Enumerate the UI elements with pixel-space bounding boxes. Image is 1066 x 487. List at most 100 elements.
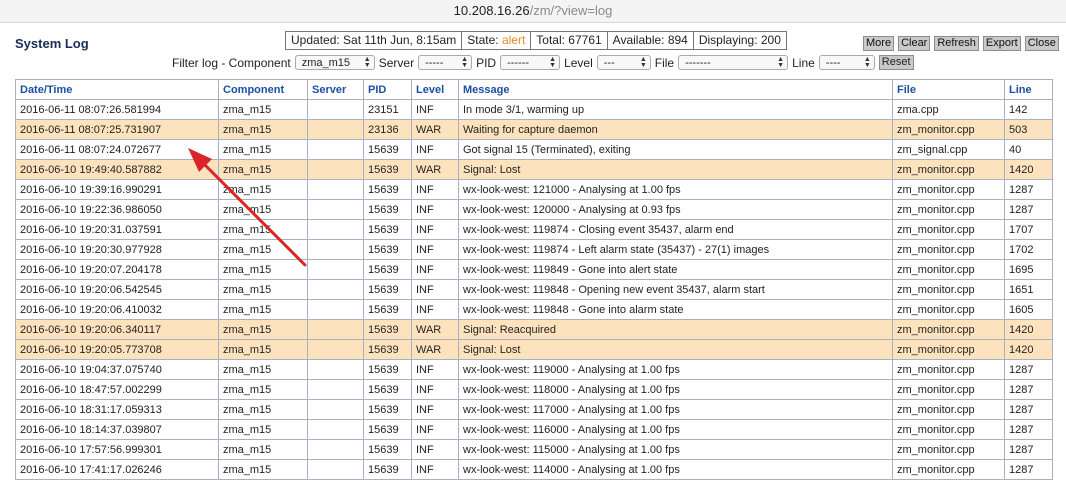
column-header-component[interactable]: Component [218,79,308,100]
cell-server [307,139,364,160]
line-label: Line [792,55,815,70]
column-header-file[interactable]: File [892,79,1005,100]
level-select[interactable]: --- ▲ ▼ [596,55,651,70]
cell-level: INF [411,139,459,160]
cell-pid: 15639 [363,459,412,480]
cell-line: 1287 [1004,379,1053,400]
url-path: /zm/?view=log [529,3,613,18]
component-select[interactable]: zma_m15 ▲ ▼ [294,55,375,70]
cell-message: wx-look-west: 119848 - Opening new event… [458,279,893,300]
cell-server [307,279,364,300]
table-row: 2016-06-10 19:49:40.587882 zma_m15 15639 WA… [15,159,1053,180]
cell-file: zm_monitor.cpp [892,159,1005,180]
cell-line: 1287 [1004,399,1053,420]
cell-line: 1420 [1004,319,1053,340]
file-select[interactable]: ------- ▲ ▼ [678,55,789,70]
cell-server [307,339,364,360]
cell-level: INF [411,359,459,380]
cell-line: 1287 [1004,419,1053,440]
cell-level: WAR [411,319,459,340]
cell-level: INF [411,259,459,280]
cell-component: zma_m15 [218,439,308,460]
cell-line: 1287 [1004,179,1053,200]
cell-datetime: 2016-06-10 18:31:17.059313 [15,399,219,420]
cell-server [307,379,364,400]
level-label: Level [564,55,593,70]
status-available: Available: 894 [606,32,693,49]
cell-file: zm_monitor.cpp [892,279,1005,300]
cell-level: INF [411,179,459,200]
column-header-datetime[interactable]: Date/Time [15,79,219,100]
cell-server [307,259,364,280]
cell-pid: 15639 [363,259,412,280]
cell-datetime: 2016-06-10 19:04:37.075740 [15,359,219,380]
export-button[interactable]: Export [982,36,1021,51]
cell-pid: 15639 [363,179,412,200]
cell-file: zm_monitor.cpp [892,339,1005,360]
cell-component: zma_m15 [218,99,308,120]
table-header-row: Date/Time Component Server PID Level Message F… [15,79,1053,100]
browser-address-bar[interactable]: 10.208.16.26/zm/?view=log [0,0,1066,23]
cell-message: wx-look-west: 120000 - Analysing at 0.93… [458,199,893,220]
status-state-label: State: [467,33,499,47]
cell-line: 503 [1004,119,1053,140]
clear-button[interactable]: Clear [898,36,931,51]
select-arrows-icon: ▲ ▼ [777,55,785,69]
pid-select[interactable]: ------ ▲ ▼ [500,55,561,70]
refresh-button[interactable]: Refresh [934,36,979,51]
cell-datetime: 2016-06-10 19:49:40.587882 [15,159,219,180]
server-select-value: ----- [425,56,444,69]
select-arrows-icon: ▲ ▼ [639,55,647,69]
cell-server [307,299,364,320]
cell-pid: 15639 [363,299,412,320]
cell-component: zma_m15 [218,359,308,380]
url-host: 10.208.16.26 [453,3,530,18]
cell-datetime: 2016-06-11 08:07:25.731907 [15,119,219,140]
column-header-pid[interactable]: PID [363,79,412,100]
log-actions: More Clear Refresh Export Close [863,36,1059,51]
cell-file: zm_monitor.cpp [892,319,1005,340]
cell-component: zma_m15 [218,139,308,160]
cell-component: zma_m15 [218,199,308,220]
cell-pid: 15639 [363,279,412,300]
cell-level: INF [411,399,459,420]
cell-server [307,439,364,460]
cell-line: 1420 [1004,339,1053,360]
column-header-message[interactable]: Message [458,79,893,100]
server-select[interactable]: ----- ▲ ▼ [418,55,473,70]
cell-component: zma_m15 [218,419,308,440]
cell-line: 1287 [1004,199,1053,220]
log-status-bar: Updated: Sat 11th Jun, 8:15am State: ale… [285,31,787,50]
cell-component: zma_m15 [218,399,308,420]
cell-message: Waiting for capture daemon [458,119,893,140]
cell-datetime: 2016-06-11 08:07:24.072677 [15,139,219,160]
cell-file: zma.cpp [892,99,1005,120]
table-row: 2016-06-11 08:07:24.072677 zma_m15 15639 IN… [15,139,1053,160]
reset-button[interactable]: Reset [878,55,914,70]
line-select[interactable]: ---- ▲ ▼ [818,55,875,70]
cell-datetime: 2016-06-10 19:39:16.990291 [15,179,219,200]
cell-datetime: 2016-06-10 17:41:17.026246 [15,459,219,480]
column-header-line[interactable]: Line [1004,79,1053,100]
cell-message: wx-look-west: 119849 - Gone into alert s… [458,259,893,280]
cell-level: INF [411,459,459,480]
more-button[interactable]: More [863,36,895,51]
cell-line: 1702 [1004,239,1053,260]
cell-file: zm_monitor.cpp [892,299,1005,320]
column-header-level[interactable]: Level [411,79,459,100]
file-label: File [654,55,675,70]
table-row: 2016-06-10 19:39:16.990291 zma_m15 15639 IN… [15,179,1053,200]
cell-server [307,219,364,240]
cell-file: zm_monitor.cpp [892,179,1005,200]
select-arrows-icon: ▲ ▼ [863,55,871,69]
cell-server [307,459,364,480]
page-title: System Log [15,36,89,51]
cell-server [307,179,364,200]
cell-component: zma_m15 [218,259,308,280]
line-select-value: ---- [825,56,841,69]
table-row: 2016-06-10 19:20:06.410032 zma_m15 15639 IN… [15,299,1053,320]
select-arrows-icon: ▲ ▼ [549,55,557,69]
close-button[interactable]: Close [1024,36,1059,51]
select-arrows-icon: ▲ ▼ [461,55,469,69]
column-header-server[interactable]: Server [307,79,364,100]
